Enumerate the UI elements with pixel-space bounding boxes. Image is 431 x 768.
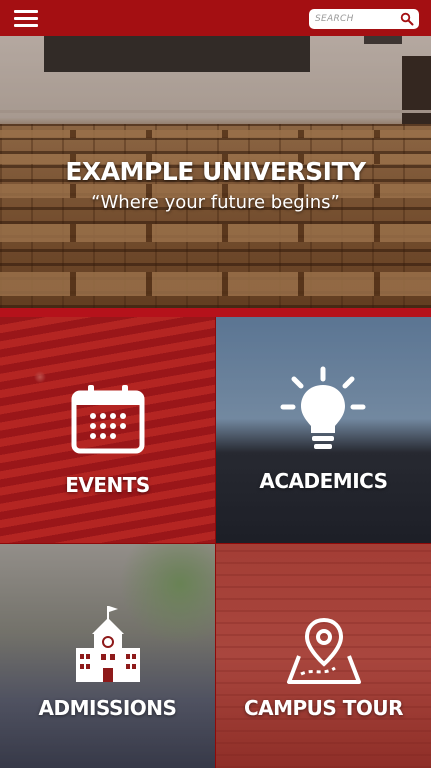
lightbulb-icon (280, 366, 366, 449)
tile-campus-tour-label: CAMPUS TOUR (243, 696, 404, 720)
top-bar (0, 0, 431, 36)
tile-admissions[interactable]: ADMISSIONS (0, 544, 215, 768)
tile-academics-label: ACADEMICS (259, 469, 388, 493)
search-box (309, 9, 419, 29)
tile-events[interactable]: EVENTS (0, 317, 215, 543)
tile-admissions-label: ADMISSIONS (38, 696, 177, 720)
university-title: EXAMPLE UNIVERSITY (65, 157, 366, 186)
calendar-icon (71, 385, 145, 454)
tile-events-label: EVENTS (65, 473, 150, 497)
school-building-icon (76, 606, 140, 682)
search-icon[interactable] (400, 12, 414, 26)
hero-banner: EXAMPLE UNIVERSITY “Where your future be… (0, 36, 431, 308)
search-input[interactable] (315, 11, 397, 27)
map-pin-icon (287, 617, 361, 684)
tile-campus-tour[interactable]: CAMPUS TOUR (216, 544, 431, 768)
university-tagline: “Where your future begins” (91, 192, 340, 213)
accent-strip (0, 308, 431, 317)
hamburger-menu-icon[interactable] (14, 10, 38, 28)
tile-academics[interactable]: ACADEMICS (216, 317, 431, 543)
